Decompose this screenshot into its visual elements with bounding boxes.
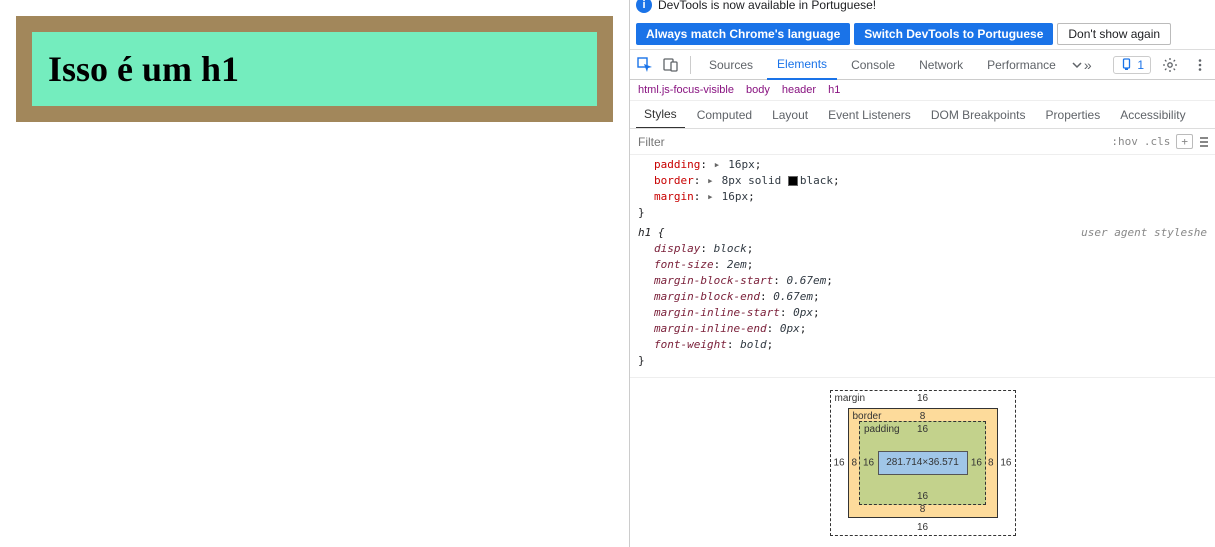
crumb-body[interactable]: body: [746, 84, 770, 96]
dont-show-again-button[interactable]: Don't show again: [1057, 23, 1171, 45]
subtab-computed[interactable]: Computed: [689, 101, 760, 128]
bm-padding-top[interactable]: 16: [917, 424, 928, 435]
subtab-styles[interactable]: Styles: [636, 102, 685, 129]
dom-breadcrumb: html.js-focus-visible body header h1: [630, 80, 1215, 101]
prop-margin-value[interactable]: 16px: [722, 190, 749, 203]
bm-margin-top[interactable]: 16: [917, 393, 928, 404]
issues-button[interactable]: 1: [1113, 56, 1151, 74]
prop-border-name[interactable]: border: [654, 174, 694, 187]
bm-margin-left[interactable]: 16: [834, 457, 845, 468]
ua-prop-fontsize: font-size: [654, 258, 714, 271]
switch-language-button[interactable]: Switch DevTools to Portuguese: [854, 23, 1053, 45]
settings-icon[interactable]: [1159, 54, 1181, 76]
tab-sources[interactable]: Sources: [699, 50, 763, 79]
subtab-layout[interactable]: Layout: [764, 101, 816, 128]
divider: [690, 56, 691, 74]
prop-border-value[interactable]: 8px solid black: [722, 174, 833, 187]
more-actions-icon[interactable]: [1199, 135, 1209, 149]
devtools-panel: i DevTools is now available in Portugues…: [629, 0, 1215, 547]
tab-console[interactable]: Console: [841, 50, 905, 79]
bm-margin[interactable]: margin 16 16 16 16 border 8 8 8 8 paddin…: [830, 390, 1016, 536]
bm-margin-label: margin: [835, 393, 866, 404]
more-tabs-icon[interactable]: »: [1070, 54, 1092, 76]
hov-toggle[interactable]: :hov: [1111, 135, 1138, 148]
ua-prop-fw: font-weight: [654, 338, 727, 351]
ua-stylesheet-label: user agent styleshe: [1081, 225, 1207, 241]
ua-prop-mie: margin-inline-end: [654, 322, 767, 335]
box-model-diagram: margin 16 16 16 16 border 8 8 8 8 paddin…: [630, 377, 1215, 547]
ua-prop-mbs: margin-block-start: [654, 274, 773, 287]
info-icon: i: [636, 0, 652, 13]
always-match-language-button[interactable]: Always match Chrome's language: [636, 23, 850, 45]
styles-pane[interactable]: padding: ▸ 16px; border: ▸ 8px solid bla…: [630, 155, 1215, 377]
prop-padding-value[interactable]: 16px: [728, 158, 755, 171]
bm-border-right[interactable]: 8: [988, 457, 994, 468]
new-rule-button[interactable]: +: [1176, 134, 1193, 149]
crumb-html[interactable]: html.js-focus-visible: [638, 84, 734, 96]
color-swatch-black[interactable]: [788, 176, 798, 186]
author-rule: padding: ▸ 16px; border: ▸ 8px solid bla…: [638, 157, 1207, 221]
crumb-h1[interactable]: h1: [828, 84, 840, 96]
bm-margin-right[interactable]: 16: [1000, 457, 1011, 468]
language-notification: i DevTools is now available in Portugues…: [630, 0, 1215, 50]
prop-padding-name[interactable]: padding: [654, 158, 700, 171]
crumb-header[interactable]: header: [782, 84, 816, 96]
bm-padding-bottom[interactable]: 16: [917, 491, 928, 502]
page-preview: Isso é um h1: [0, 0, 629, 547]
styles-filter-row: :hov .cls +: [630, 129, 1215, 155]
devtools-tabs: Sources Elements Console Network Perform…: [630, 50, 1215, 80]
tab-performance[interactable]: Performance: [977, 50, 1066, 79]
bm-padding[interactable]: padding 16 16 16 16 281.714×36.571: [859, 421, 986, 505]
styles-filter-input[interactable]: [630, 135, 1105, 149]
issues-count: 1: [1137, 58, 1144, 72]
tab-elements[interactable]: Elements: [767, 51, 837, 80]
tab-network[interactable]: Network: [909, 50, 973, 79]
bm-padding-label: padding: [864, 424, 900, 435]
styles-subtabs: Styles Computed Layout Event Listeners D…: [630, 101, 1215, 129]
kebab-menu-icon[interactable]: [1189, 54, 1211, 76]
prop-margin-name[interactable]: margin: [654, 190, 694, 203]
bm-content-size: 281.714×36.571: [886, 457, 959, 468]
user-agent-rule: user agent styleshe h1 { display: block;…: [638, 225, 1207, 369]
cls-toggle[interactable]: .cls: [1144, 135, 1171, 148]
notification-text: DevTools is now available in Portuguese!: [658, 0, 876, 12]
preview-h1-element[interactable]: Isso é um h1: [16, 16, 613, 122]
ua-prop-display: display: [654, 242, 700, 255]
bm-border[interactable]: border 8 8 8 8 padding 16 16 16 16 281.7…: [848, 408, 998, 518]
bm-border-bottom[interactable]: 8: [920, 504, 926, 515]
bm-border-left[interactable]: 8: [852, 457, 858, 468]
ua-prop-mis: margin-inline-start: [654, 306, 780, 319]
ua-rule-close: }: [638, 353, 1207, 369]
inspect-element-icon[interactable]: [634, 54, 656, 76]
subtab-event-listeners[interactable]: Event Listeners: [820, 101, 919, 128]
device-toolbar-icon[interactable]: [660, 54, 682, 76]
bm-margin-bottom[interactable]: 16: [917, 522, 928, 533]
subtab-dom-breakpoints[interactable]: DOM Breakpoints: [923, 101, 1034, 128]
subtab-properties[interactable]: Properties: [1038, 101, 1109, 128]
rule-close-brace: }: [638, 205, 1207, 221]
bm-content[interactable]: 281.714×36.571: [878, 451, 968, 475]
ua-prop-mbe: margin-block-end: [654, 290, 760, 303]
subtab-accessibility[interactable]: Accessibility: [1112, 101, 1193, 128]
bm-padding-left[interactable]: 16: [863, 457, 874, 468]
bm-padding-right[interactable]: 16: [971, 457, 982, 468]
